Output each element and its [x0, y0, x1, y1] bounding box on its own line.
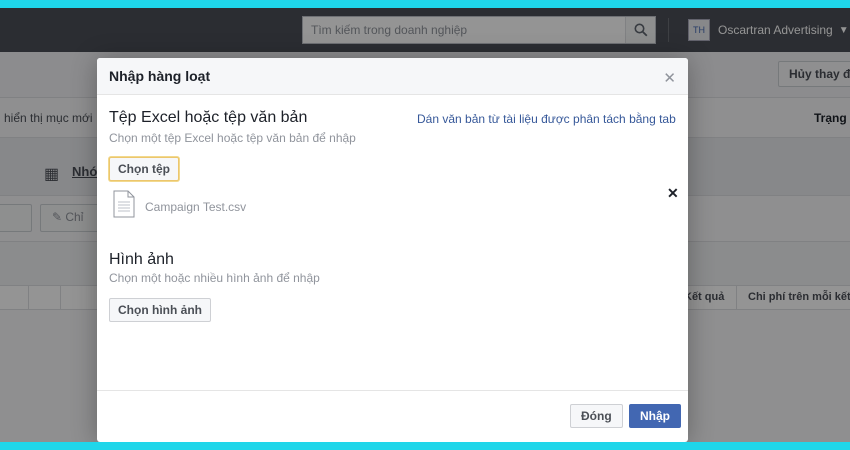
file-icon: [113, 190, 135, 218]
image-section-subtitle: Chọn một hoặc nhiều hình ảnh để nhập: [109, 271, 320, 285]
dialog-header: Nhập hàng loạt ✕: [97, 58, 688, 95]
image-section-title: Hình ảnh: [109, 251, 174, 268]
app-frame: Tìm kiếm trong doanh nghiệp TH Oscartran…: [0, 8, 850, 442]
choose-image-button[interactable]: Chọn hình ảnh: [109, 298, 211, 322]
remove-file-icon[interactable]: ✕: [667, 185, 679, 202]
close-button[interactable]: Đóng: [570, 404, 623, 428]
choose-file-button[interactable]: Chọn tệp: [109, 157, 179, 181]
import-button[interactable]: Nhập: [629, 404, 681, 428]
close-icon[interactable]: ✕: [663, 69, 676, 87]
selected-file-name: Campaign Test.csv: [145, 200, 247, 214]
excel-section-subtitle: Chọn một tệp Excel hoặc tệp văn bản để n…: [109, 131, 356, 145]
excel-section-title: Tệp Excel hoặc tệp văn bản: [109, 109, 308, 126]
dialog-footer: Đóng Nhập: [97, 390, 688, 442]
paste-text-link[interactable]: Dán văn bản từ tài liệu được phân tách b…: [417, 112, 676, 126]
dialog-title: Nhập hàng loạt: [109, 68, 211, 84]
bulk-import-dialog: Nhập hàng loạt ✕ Tệp Excel hoặc tệp văn …: [97, 58, 688, 442]
